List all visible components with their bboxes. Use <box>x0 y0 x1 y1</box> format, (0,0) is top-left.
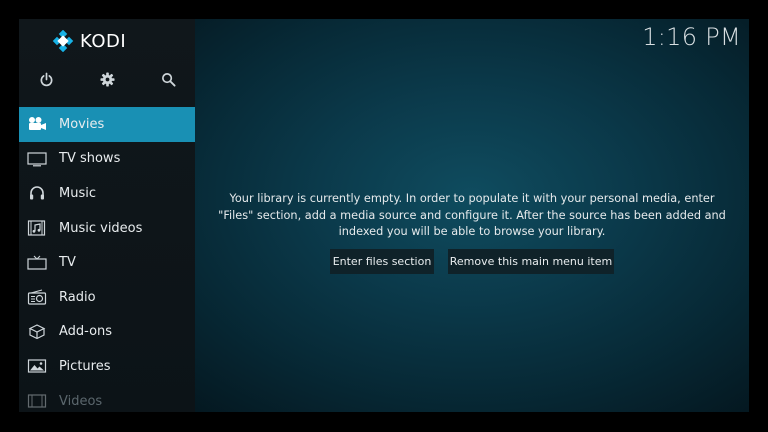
addons-box-icon <box>27 324 47 340</box>
power-button[interactable] <box>36 69 56 89</box>
menu-item-label: TV shows <box>59 151 121 167</box>
clock: 1:16 PM <box>642 23 741 51</box>
menu-item-radio[interactable]: Radio <box>19 280 195 315</box>
tv-shows-icon <box>27 151 47 167</box>
menu-item-label: Music <box>59 185 96 201</box>
message-line: Your library is currently empty. In orde… <box>229 192 715 205</box>
sidebar: KODI Movies TV shows Music Music videos … <box>19 19 195 412</box>
menu-item-label: Add-ons <box>59 324 113 340</box>
action-buttons: Enter files section Remove this main men… <box>19 249 749 274</box>
remove-main-menu-item-button[interactable]: Remove this main menu item <box>448 249 614 274</box>
message-line: "Files" section, add a media source and … <box>218 208 726 222</box>
search-icon <box>161 72 176 87</box>
headphones-icon <box>27 185 47 201</box>
enter-files-section-button[interactable]: Enter files section <box>330 249 434 274</box>
settings-button[interactable] <box>97 69 117 89</box>
menu-item-music-videos[interactable]: Music videos <box>19 211 195 246</box>
menu-item-label: Music videos <box>59 220 143 236</box>
app-name: KODI <box>80 30 127 52</box>
menu-item-label: Videos <box>59 393 103 409</box>
search-button[interactable] <box>158 69 178 89</box>
kodi-logo-icon <box>52 30 74 52</box>
movie-camera-icon <box>27 116 47 132</box>
picture-icon <box>27 358 47 374</box>
menu-item-add-ons[interactable]: Add-ons <box>19 315 195 350</box>
kodi-logo: KODI <box>52 29 126 53</box>
empty-library-message: Your library is currently empty. In orde… <box>195 191 749 241</box>
kodi-window: KODI Movies TV shows Music Music videos … <box>19 19 749 412</box>
power-icon <box>40 72 52 86</box>
sidebar-top-icons <box>19 69 195 89</box>
menu-item-videos[interactable]: Videos <box>19 384 195 412</box>
film-icon <box>27 393 47 409</box>
menu-item-music[interactable]: Music <box>19 176 195 211</box>
menu-item-label: Pictures <box>59 358 111 374</box>
menu-item-pictures[interactable]: Pictures <box>19 349 195 384</box>
radio-icon <box>27 289 47 305</box>
menu-item-label: Movies <box>59 116 105 132</box>
message-line: indexed you will be able to browse your … <box>338 225 606 238</box>
settings-gear-icon <box>99 71 115 87</box>
menu-item-label: Radio <box>59 289 96 305</box>
menu-item-movies[interactable]: Movies <box>19 107 195 142</box>
music-video-icon <box>27 220 47 236</box>
menu-item-tv-shows[interactable]: TV shows <box>19 142 195 177</box>
